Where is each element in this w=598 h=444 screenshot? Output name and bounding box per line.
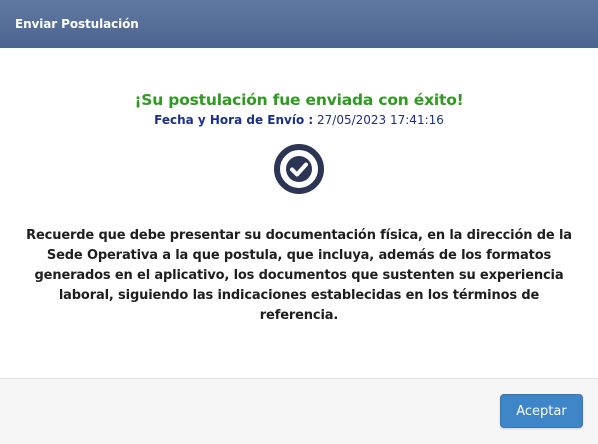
datetime-label: Fecha y Hora de Envío : bbox=[154, 113, 314, 127]
check-circle-icon bbox=[0, 142, 598, 196]
submission-datetime: Fecha y Hora de Envío : 27/05/2023 17:41… bbox=[0, 112, 598, 128]
submit-application-dialog: Enviar Postulación ¡Su postulación fue e… bbox=[0, 0, 598, 444]
documentation-notice: Recuerde que debe presentar su documenta… bbox=[26, 228, 572, 323]
dialog-title: Enviar Postulación bbox=[15, 17, 139, 31]
success-message: ¡Su postulación fue enviada con éxito! bbox=[134, 91, 464, 109]
dialog-header: Enviar Postulación bbox=[0, 0, 598, 48]
accept-button[interactable]: Aceptar bbox=[500, 394, 583, 428]
dialog-body: ¡Su postulación fue enviada con éxito! F… bbox=[0, 48, 598, 378]
check-circle-icon-svg bbox=[274, 144, 324, 194]
datetime-value: 27/05/2023 17:41:16 bbox=[317, 113, 444, 127]
dialog-footer: Aceptar bbox=[0, 378, 598, 444]
